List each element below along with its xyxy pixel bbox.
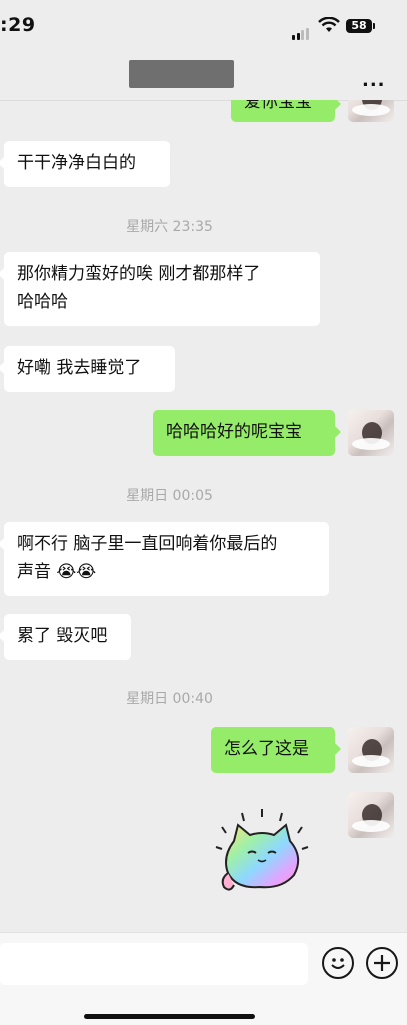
message-bubble-received[interactable]: 啊不行 脑子里一直回响着你最后的 声音 😭😭 [0,522,329,596]
home-indicator [84,1014,255,1019]
message-bubble-received[interactable]: 好嘞 我去睡觉了 [0,346,175,392]
cellular-signal-icon [292,21,310,40]
message-bubble-sent[interactable]: 爱你宝宝 [231,100,341,122]
plus-icon[interactable] [366,947,398,979]
chat-header: ... [0,44,407,101]
crying-emoji: 😭😭 [56,562,97,582]
rainbow-cat-sticker[interactable] [212,807,312,897]
message-input-bar [0,932,407,1025]
message-timestamp: 星期日 00:40 [126,691,213,707]
chat-message-list[interactable]: 爱你宝宝 干干净净白白的 星期六 23:35 那你精力蛮好的唉 刚才都那样了 哈… [0,100,407,932]
more-options-button[interactable]: ... [362,70,386,91]
battery-indicator: 58 [346,19,375,33]
message-bubble-received[interactable]: 那你精力蛮好的唉 刚才都那样了 哈哈哈 [0,252,320,326]
smiley-icon[interactable] [322,947,354,979]
my-avatar[interactable] [348,100,394,122]
my-avatar[interactable] [348,727,394,773]
wifi-icon [318,17,340,32]
message-timestamp: 星期六 23:35 [126,219,213,235]
message-bubble-sent[interactable]: 哈哈哈好的呢宝宝 [153,410,341,456]
message-input[interactable] [0,943,308,985]
message-bubble-received[interactable]: 干干净净白白的 [0,141,170,187]
my-avatar[interactable] [348,792,394,838]
contact-name-redacted [129,60,234,88]
message-bubble-received[interactable]: 累了 毁灭吧 [0,614,131,660]
status-time: :29 [0,14,36,36]
message-timestamp: 星期日 00:05 [126,488,213,504]
status-bar: :29 58 [0,0,407,44]
message-bubble-sent[interactable]: 怎么了这是 [211,727,341,773]
plus-icon-glyph [374,955,390,971]
my-avatar[interactable] [348,410,394,456]
smiley-icon-glyph [331,958,345,969]
